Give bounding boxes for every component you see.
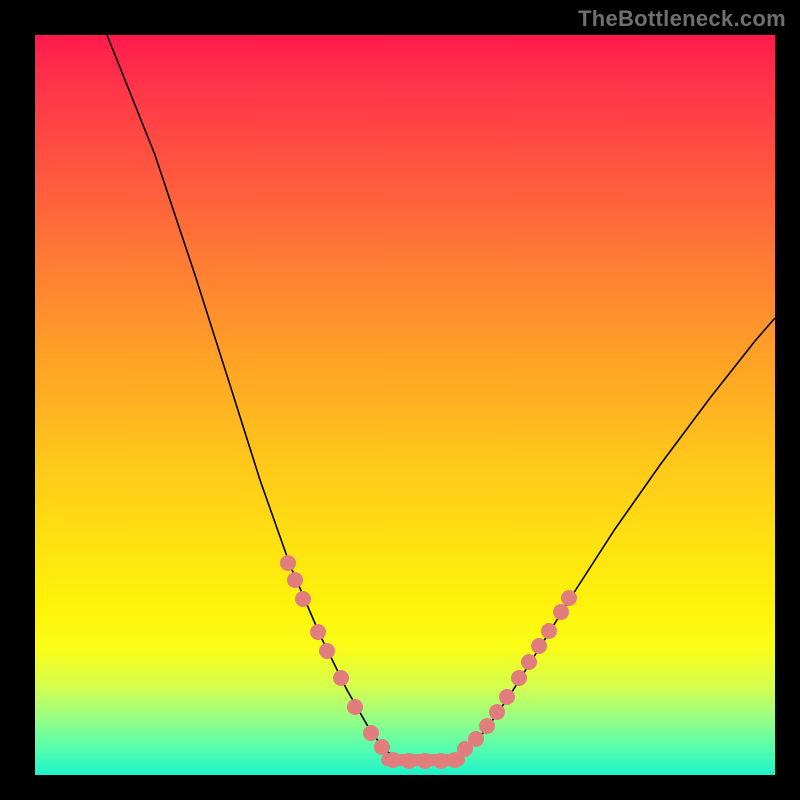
data-dot bbox=[295, 591, 311, 607]
data-dot bbox=[468, 731, 484, 747]
data-dot bbox=[447, 752, 463, 768]
curve-layer bbox=[35, 35, 775, 775]
data-dot bbox=[499, 689, 515, 705]
data-dot bbox=[280, 555, 296, 571]
data-dot bbox=[561, 590, 577, 606]
data-dot bbox=[433, 753, 449, 769]
data-dot bbox=[521, 654, 537, 670]
bottleneck-curve-left bbox=[107, 35, 395, 757]
data-dot bbox=[287, 572, 303, 588]
data-dot bbox=[531, 638, 547, 654]
watermark-text: TheBottleneck.com bbox=[578, 6, 786, 32]
data-dot bbox=[401, 753, 417, 769]
data-dot bbox=[541, 623, 557, 639]
data-dot bbox=[363, 725, 379, 741]
data-dots-group bbox=[280, 555, 577, 769]
chart-stage: TheBottleneck.com bbox=[0, 0, 800, 800]
data-dot bbox=[374, 739, 390, 755]
data-dot bbox=[319, 643, 335, 659]
data-dot bbox=[553, 604, 569, 620]
data-dot bbox=[417, 753, 433, 769]
data-dot bbox=[489, 704, 505, 720]
data-dot bbox=[310, 624, 326, 640]
data-dot bbox=[479, 718, 495, 734]
data-dot bbox=[511, 670, 527, 686]
data-dot bbox=[347, 699, 363, 715]
data-dot bbox=[385, 752, 401, 768]
data-dot bbox=[333, 670, 349, 686]
